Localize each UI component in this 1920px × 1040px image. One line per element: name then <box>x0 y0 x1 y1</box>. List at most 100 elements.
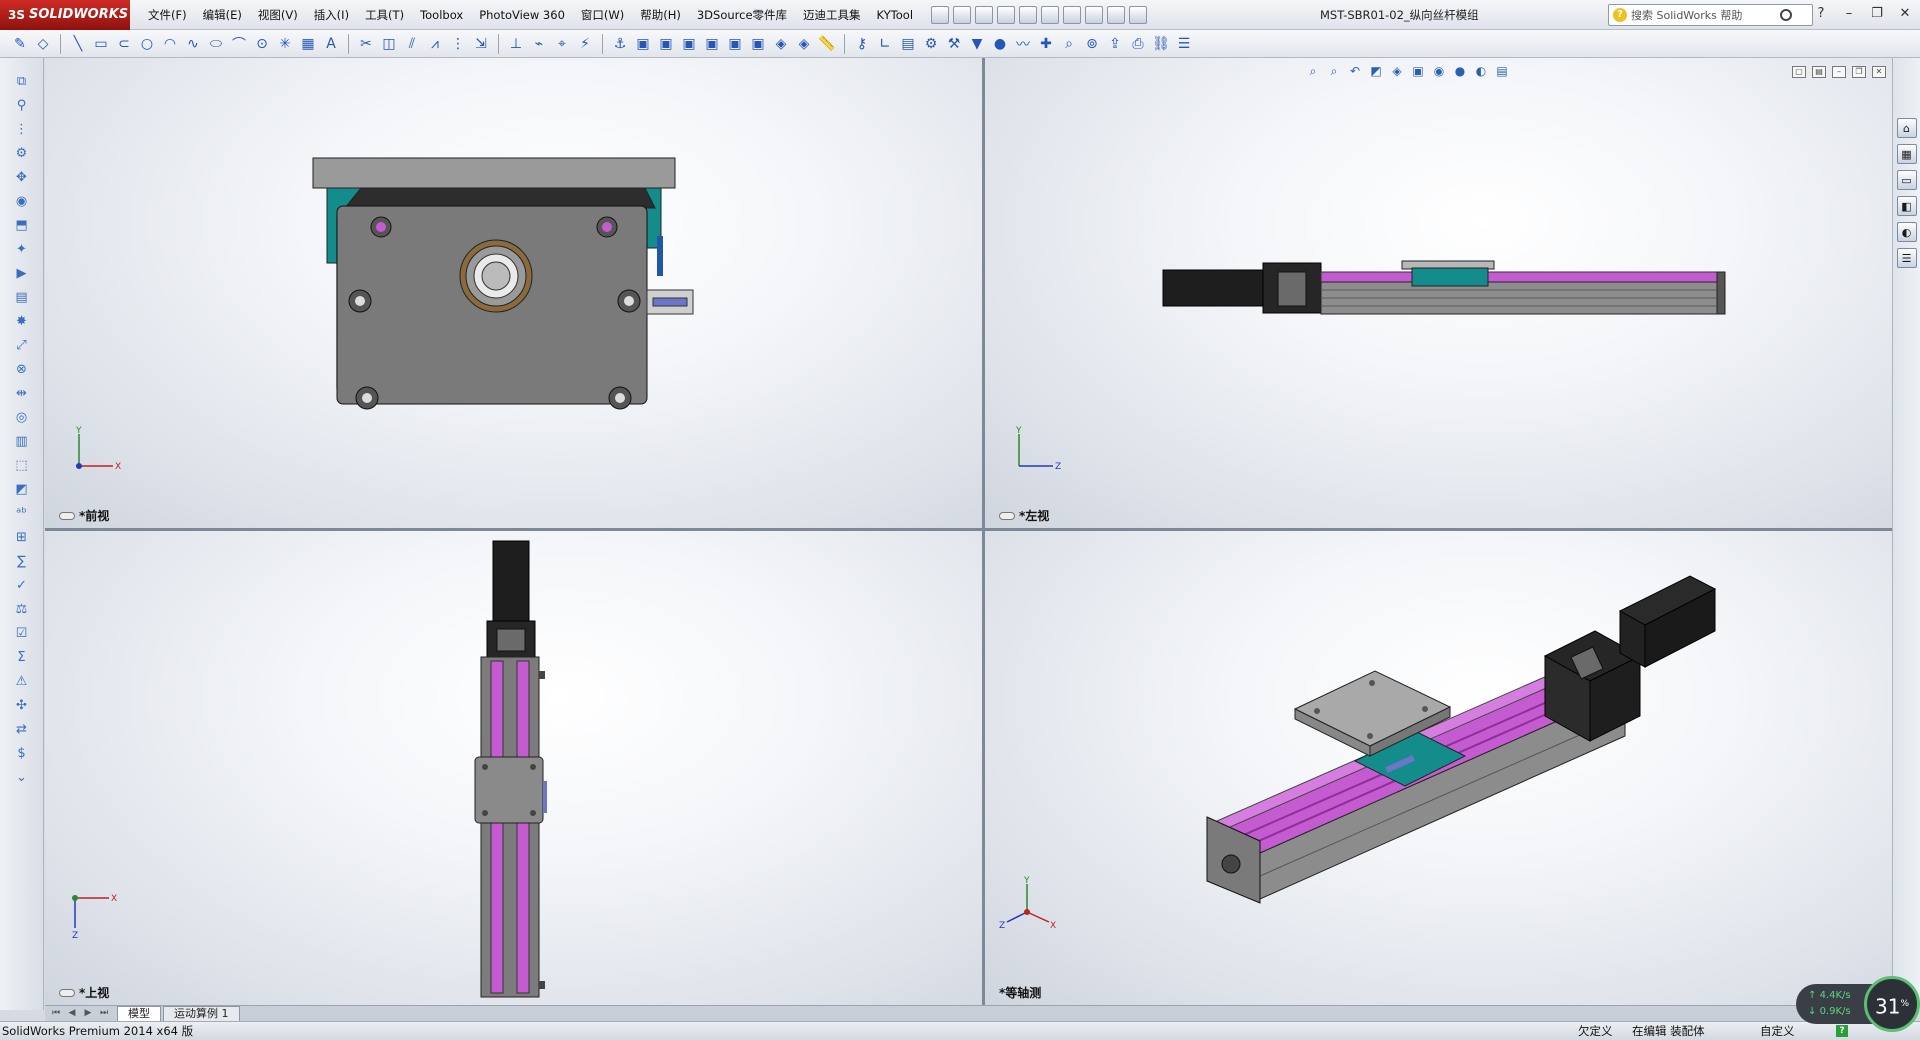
check-icon[interactable]: ☑ <box>12 624 32 642</box>
new-document-icon[interactable] <box>953 5 972 24</box>
evaluate-icon[interactable]: ✓ <box>12 576 32 594</box>
point-icon[interactable]: ⊙ <box>252 34 272 54</box>
interference-icon[interactable]: ⊗ <box>12 360 32 378</box>
previous-view-icon[interactable]: ↶ <box>1347 63 1363 79</box>
linear-pattern-icon[interactable]: ⋮ <box>448 34 468 54</box>
menu-help[interactable]: 帮助(H) <box>632 0 689 30</box>
close-icon[interactable]: ✕ <box>1894 4 1916 24</box>
zoom-to-fit-icon[interactable]: ⌕ <box>1305 63 1321 79</box>
prev-tab-icon[interactable]: ◀ <box>65 1007 79 1019</box>
view-cube-right-icon[interactable]: ▣ <box>702 34 722 54</box>
spline-icon[interactable]: ∿ <box>183 34 203 54</box>
assembly-features-icon[interactable]: ⬒ <box>12 216 32 234</box>
smart-fasteners-icon[interactable]: ⚙ <box>12 144 32 162</box>
file-properties-icon[interactable] <box>1107 5 1126 24</box>
move-entities-icon[interactable]: ⇲ <box>471 34 491 54</box>
custom-properties-icon[interactable]: ☰ <box>1896 248 1917 268</box>
instant3d-icon[interactable]: ▥ <box>12 432 32 450</box>
show-hidden-icon[interactable]: ◉ <box>12 192 32 210</box>
insert-component-icon[interactable]: ⧉ <box>12 72 32 90</box>
file-explorer-icon[interactable]: ▭ <box>1896 170 1917 190</box>
large-assembly-icon[interactable]: ⬚ <box>12 456 32 474</box>
pin-icon[interactable] <box>931 5 950 24</box>
menu-toolbox[interactable]: Toolbox <box>412 0 471 30</box>
component-pattern-icon[interactable]: ⋮ <box>12 120 32 138</box>
circle-icon[interactable]: ○ <box>137 34 157 54</box>
menu-insert[interactable]: 插入(I) <box>306 0 357 30</box>
convert-entities-icon[interactable]: ◫ <box>379 34 399 54</box>
view-cube-front-icon[interactable]: ▣ <box>633 34 653 54</box>
sensor-icon[interactable]: ✣ <box>12 696 32 714</box>
display-style-icon[interactable]: ▣ <box>1410 63 1426 79</box>
section-view-hud-icon[interactable]: ◩ <box>1368 63 1384 79</box>
undo-icon[interactable] <box>1041 5 1060 24</box>
viewport-single-icon[interactable]: ▢ <box>1792 66 1806 78</box>
toolbar-more-icon[interactable]: ⌄ <box>12 768 32 786</box>
view-palette-icon[interactable]: ◧ <box>1896 196 1917 216</box>
select-arrow-icon[interactable] <box>1063 5 1082 24</box>
menu-tools[interactable]: 工具(T) <box>357 0 412 30</box>
design-library-icon[interactable]: ⊞ <box>12 528 32 546</box>
key-icon[interactable]: ⚷ <box>852 34 872 54</box>
viewport-close-icon[interactable]: ✕ <box>1872 66 1886 78</box>
view-cube-bottom-icon[interactable]: ▣ <box>748 34 768 54</box>
plugin-icon[interactable]: ✚ <box>1036 34 1056 54</box>
warning-icon[interactable]: ⚠ <box>12 672 32 690</box>
bill-of-materials-icon[interactable]: ▤ <box>12 288 32 306</box>
trim-icon[interactable]: ✂ <box>356 34 376 54</box>
solidworks-resources-icon[interactable]: ⌂ <box>1896 118 1917 138</box>
location-icon[interactable]: ● <box>990 34 1010 54</box>
library-icon[interactable]: ▼ <box>967 34 987 54</box>
viewport-top[interactable]: X Z *上视 <box>45 531 982 1005</box>
search-parts-icon[interactable]: ⌕ <box>1059 34 1079 54</box>
link-views-icon[interactable] <box>59 988 75 997</box>
print-icon[interactable] <box>1019 5 1038 24</box>
menu-photoview[interactable]: PhotoView 360 <box>471 0 573 30</box>
mirror-icon[interactable]: ⩘ <box>425 34 445 54</box>
menu-3dsource[interactable]: 3DSource零件库 <box>689 0 795 30</box>
view-cube-top-icon[interactable]: ▣ <box>725 34 745 54</box>
costing-icon[interactable]: $ <box>12 744 32 762</box>
rapid-sketch-icon[interactable]: ⚡ <box>575 34 595 54</box>
ellipse-icon[interactable]: ⬭ <box>206 34 226 54</box>
section-view-icon[interactable]: ◩ <box>12 480 32 498</box>
options-icon[interactable] <box>1129 5 1148 24</box>
open-folder-icon[interactable] <box>975 5 994 24</box>
link-views-icon[interactable] <box>999 511 1015 520</box>
plane-icon[interactable]: ▦ <box>298 34 318 54</box>
centerline-icon[interactable]: ✳ <box>275 34 295 54</box>
help-search-box[interactable]: ? 搜索 SolidWorks 帮助 <box>1608 4 1813 26</box>
viewport-front[interactable]: Y X *前视 <box>45 58 982 528</box>
menu-maidi[interactable]: 迈迪工具集 <box>795 0 869 30</box>
move-component-icon[interactable]: ✥ <box>12 168 32 186</box>
measure-icon[interactable]: 📏 <box>817 34 837 54</box>
reference-geometry-icon[interactable]: ✦ <box>12 240 32 258</box>
menu-file[interactable]: 文件(F) <box>140 0 195 30</box>
mate-icon[interactable]: ⚲ <box>12 96 32 114</box>
status-units[interactable]: 自定义 <box>1760 1022 1795 1040</box>
exploded-view-icon[interactable]: ✸ <box>12 312 32 330</box>
front-view-model[interactable] <box>45 58 982 528</box>
search-icon[interactable] <box>1780 9 1792 21</box>
spring-icon[interactable]: 〰 <box>1013 34 1033 54</box>
tab-model[interactable]: 模型 <box>117 1006 161 1021</box>
menu-kytool[interactable]: KYTool <box>869 0 922 30</box>
arc-icon[interactable]: ◠ <box>160 34 180 54</box>
explode-line-icon[interactable]: ⤢ <box>12 336 32 354</box>
view-cube-iso-icon[interactable]: ◈ <box>771 34 791 54</box>
view-cube-trimetric-icon[interactable]: ◈ <box>794 34 814 54</box>
compare-icon[interactable]: ⇄ <box>12 720 32 738</box>
restore-icon[interactable]: ❐ <box>1866 4 1888 24</box>
text-icon[interactable]: A <box>321 34 341 54</box>
design-library-pane-icon[interactable]: ▦ <box>1896 144 1917 164</box>
minimize-icon[interactable]: – <box>1838 4 1860 24</box>
last-tab-icon[interactable]: ⏭ <box>97 1007 111 1019</box>
hole-alignment-icon[interactable]: ◎ <box>12 408 32 426</box>
offset-icon[interactable]: ⫽ <box>402 34 422 54</box>
sketch-icon[interactable]: ✎ <box>10 34 30 54</box>
view-settings-icon[interactable]: ▤ <box>1494 63 1510 79</box>
zoom-area-icon[interactable]: ⌕ <box>1326 63 1342 79</box>
mass-properties-icon[interactable]: ⚖ <box>12 600 32 618</box>
hyperlink-icon[interactable]: ⛓ <box>1151 34 1171 54</box>
viewport-minimize-icon[interactable]: – <box>1832 66 1846 78</box>
